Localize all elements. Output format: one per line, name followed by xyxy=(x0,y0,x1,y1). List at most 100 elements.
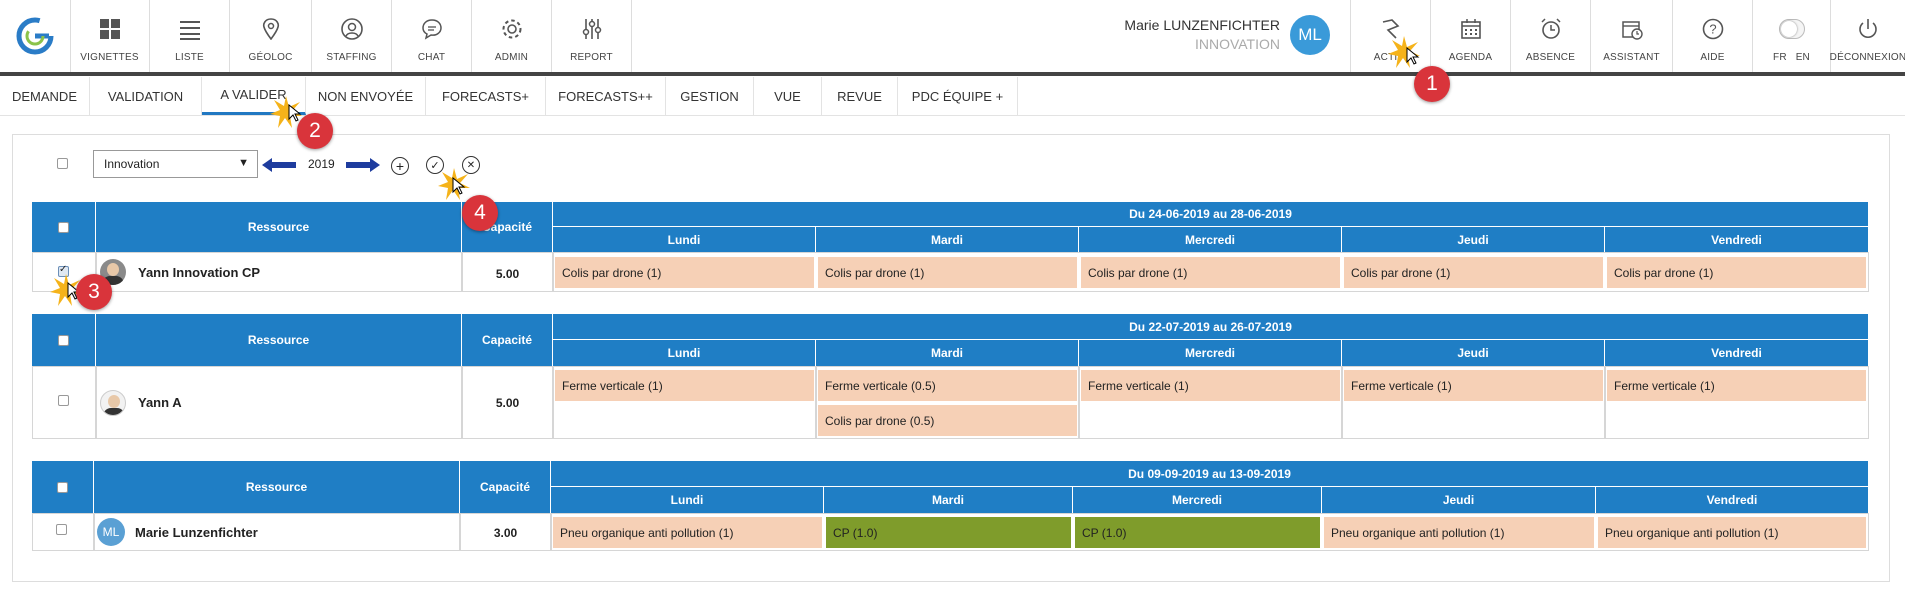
tab-forecasts-plus[interactable]: FORECASTS+ xyxy=(426,77,546,115)
arrow-right-icon[interactable] xyxy=(346,158,380,172)
week-select-all-checkbox[interactable] xyxy=(57,481,68,493)
nav-agenda[interactable]: AGENDA xyxy=(1430,0,1510,72)
header-day-mercredi: Mercredi xyxy=(1079,227,1342,252)
user-name: Marie LUNZENFICHTER xyxy=(1124,17,1280,33)
task-lundi[interactable]: Ferme verticale (1) xyxy=(555,370,814,401)
tab-pdc-equipe[interactable]: PDC ÉQUIPE + xyxy=(898,77,1018,115)
calendar-clock-icon xyxy=(1621,20,1643,40)
app-logo[interactable] xyxy=(0,0,71,72)
lang-en[interactable]: EN xyxy=(1796,52,1810,63)
nav-admin[interactable]: ADMIN xyxy=(472,0,552,72)
nav-vignettes[interactable]: VIGNETTES xyxy=(70,0,150,72)
nav-staffing[interactable]: STAFFING xyxy=(312,0,392,72)
tab-gestion[interactable]: GESTION xyxy=(666,77,754,115)
nav-absence[interactable]: ABSENCE xyxy=(1510,0,1590,72)
header-select-cell xyxy=(32,461,94,513)
header-day-vendredi: Vendredi xyxy=(1596,487,1869,513)
select-all-checkbox[interactable] xyxy=(57,158,68,169)
person-circle-icon xyxy=(340,17,363,40)
header-capacity: Capacité xyxy=(462,314,553,366)
language-labels: FR EN xyxy=(1773,52,1810,63)
task-vendredi[interactable]: Pneu organique anti pollution (1) xyxy=(1598,517,1866,548)
grid-icon xyxy=(99,18,120,39)
annotation-badge: 1 xyxy=(1414,66,1450,102)
task-mardi[interactable]: Ferme verticale (0.5) xyxy=(818,370,1077,401)
nav-deconnexion[interactable]: DÉCONNEXION xyxy=(1830,0,1905,72)
nav-assistant[interactable]: ASSISTANT xyxy=(1590,0,1672,72)
task-mardi[interactable]: CP (1.0) xyxy=(826,517,1071,548)
arrow-left-icon[interactable] xyxy=(262,158,296,172)
language-toggle[interactable]: FR EN xyxy=(1752,0,1830,72)
header-resource: Ressource xyxy=(96,314,462,366)
task-mardi[interactable]: Colis par drone (1) xyxy=(818,257,1077,288)
tab-revue[interactable]: REVUE xyxy=(822,77,898,115)
tab-demande[interactable]: DEMANDE xyxy=(0,77,90,115)
nav-report[interactable]: REPORT xyxy=(552,0,632,72)
header-day-lundi: Lundi xyxy=(551,487,824,513)
tab-validation[interactable]: VALIDATION xyxy=(90,77,202,115)
nav-aide[interactable]: ? AIDE xyxy=(1672,0,1752,72)
header-day-lundi: Lundi xyxy=(553,227,816,252)
task-vendredi[interactable]: Colis par drone (1) xyxy=(1607,257,1866,288)
team-select[interactable]: Innovation ▼ xyxy=(93,150,258,178)
header-day-mardi: Mardi xyxy=(824,487,1073,513)
tab-forecasts-plus-plus[interactable]: FORECASTS++ xyxy=(546,77,666,115)
week-period: Du 09-09-2019 au 13-09-2019 xyxy=(551,461,1869,487)
header-day-mardi: Mardi xyxy=(816,340,1079,366)
lang-fr[interactable]: FR xyxy=(1773,52,1787,63)
logo-icon xyxy=(16,17,54,55)
row-checkbox[interactable] xyxy=(58,395,69,406)
location-pin-icon xyxy=(262,17,279,40)
week-period: Du 22-07-2019 au 26-07-2019 xyxy=(553,314,1869,340)
add-icon[interactable]: + xyxy=(391,157,409,175)
nav-liste[interactable]: LISTE xyxy=(150,0,230,72)
tab-non-envoyee[interactable]: NON ENVOYÉE xyxy=(306,77,426,115)
week-select-all-checkbox[interactable] xyxy=(58,334,69,346)
year-value: 2019 xyxy=(308,157,335,171)
task-mercredi[interactable]: Colis par drone (1) xyxy=(1081,257,1340,288)
task-jeudi[interactable]: Ferme verticale (1) xyxy=(1344,370,1603,401)
alarm-clock-icon xyxy=(1540,17,1561,39)
nav-geoloc[interactable]: GÉOLOC xyxy=(230,0,312,72)
resource-name: Yann A xyxy=(138,395,182,410)
header-capacity: Capacité xyxy=(460,461,551,513)
header-day-mercredi: Mercredi xyxy=(1073,487,1322,513)
user-avatar[interactable]: ML xyxy=(1290,15,1330,55)
resource-name: Marie Lunzenfichter xyxy=(135,525,258,540)
help-circle-icon: ? xyxy=(1702,18,1723,39)
capacity-value: 5.00 xyxy=(495,396,520,410)
nav-label: STAFFING xyxy=(326,51,377,63)
calendar-icon xyxy=(1460,18,1481,39)
mouse-cursor-icon xyxy=(1406,47,1420,65)
annotation-badge: 3 xyxy=(76,274,112,310)
chevron-down-icon: ▼ xyxy=(238,157,249,169)
chat-bubble-icon xyxy=(421,18,442,40)
toggle-switch[interactable] xyxy=(1778,18,1805,39)
nav-chat[interactable]: CHAT xyxy=(392,0,472,72)
week-select-all-checkbox[interactable] xyxy=(58,221,69,233)
task-lundi[interactable]: Pneu organique anti pollution (1) xyxy=(553,517,822,548)
nav-label: REPORT xyxy=(570,51,613,63)
annotation-badge: 4 xyxy=(462,195,498,231)
nav-label: CHAT xyxy=(417,51,446,63)
header-select-cell xyxy=(32,202,96,252)
task-mardi[interactable]: Colis par drone (0.5) xyxy=(818,405,1077,436)
row-checkbox[interactable] xyxy=(56,524,67,535)
resource-name: Yann Innovation CP xyxy=(138,265,261,280)
task-lundi[interactable]: Colis par drone (1) xyxy=(555,257,814,288)
task-mercredi[interactable]: CP (1.0) xyxy=(1075,517,1320,548)
header-day-lundi: Lundi xyxy=(553,340,816,366)
nav-label: VIGNETTES xyxy=(80,51,139,63)
task-jeudi[interactable]: Colis par drone (1) xyxy=(1344,257,1603,288)
tab-vue[interactable]: VUE xyxy=(754,77,822,115)
task-mercredi[interactable]: Ferme verticale (1) xyxy=(1081,370,1340,401)
svg-text:?: ? xyxy=(1709,21,1716,36)
task-vendredi[interactable]: Ferme verticale (1) xyxy=(1607,370,1866,401)
avatar: ML xyxy=(97,518,125,546)
header-day-vendredi: Vendredi xyxy=(1605,227,1869,252)
week-period: Du 24-06-2019 au 28-06-2019 xyxy=(553,202,1869,227)
header-day-mercredi: Mercredi xyxy=(1079,340,1342,366)
sliders-icon xyxy=(582,18,601,39)
task-jeudi[interactable]: Pneu organique anti pollution (1) xyxy=(1324,517,1594,548)
nav-label: DÉCONNEXION xyxy=(1829,51,1905,63)
